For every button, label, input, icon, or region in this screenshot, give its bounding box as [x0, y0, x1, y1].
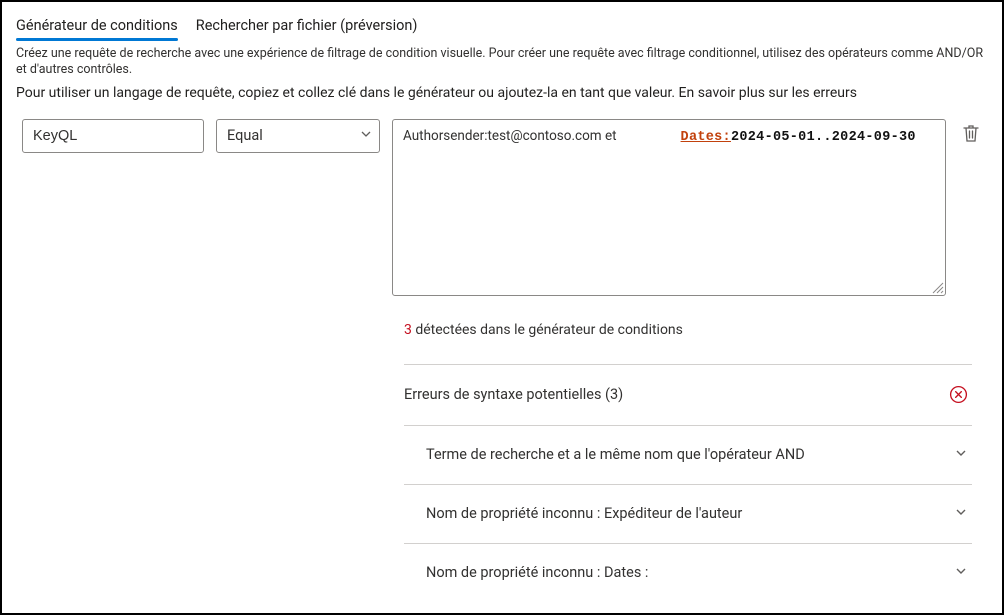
query-text-part1: Authorsender:test@contoso.com et: [403, 126, 617, 146]
tab-search-by-file[interactable]: Rechercher par fichier (préversion): [196, 17, 418, 40]
delete-condition-button[interactable]: [962, 123, 980, 147]
chevron-down-icon: [954, 564, 968, 582]
validation-summary: 3 détectées dans le générateur de condit…: [404, 322, 972, 338]
description-line-1: Créez une requête de recherche avec une …: [16, 46, 988, 79]
operator-select-value: Equal: [216, 119, 380, 153]
operator-select[interactable]: Equal: [216, 119, 380, 153]
query-highlight-dates-value: 2024-05-01..2024-09-30: [731, 128, 916, 148]
chevron-down-icon: [954, 446, 968, 464]
tab-condition-builder[interactable]: Générateur de conditions: [16, 17, 178, 40]
error-count: 3: [404, 322, 412, 338]
resize-handle-icon[interactable]: [930, 280, 944, 294]
query-textarea[interactable]: Authorsender:test@contoso.com et Dates: …: [392, 119, 946, 296]
condition-builder-panel: Générateur de conditions Rechercher par …: [0, 0, 1004, 615]
query-text-line: Authorsender:test@contoso.com et Dates: …: [403, 126, 935, 148]
error-item[interactable]: Nom de propriété inconnu : Dates :: [404, 544, 972, 588]
error-item[interactable]: Terme de recherche et a le même nom que …: [404, 426, 972, 484]
error-group-title: Erreurs de syntaxe potentielles (3): [404, 386, 623, 403]
chevron-down-icon: [954, 505, 968, 523]
property-input[interactable]: [22, 119, 204, 153]
error-item[interactable]: Nom de propriété inconnu : Expéditeur de…: [404, 485, 972, 543]
condition-row: Equal Authorsender:test@contoso.com et D…: [16, 119, 988, 296]
error-item-text: Terme de recherche et a le même nom que …: [426, 446, 805, 463]
query-highlight-dates-label: Dates:: [681, 128, 731, 148]
error-circle-x-icon: [948, 385, 968, 405]
error-group-header[interactable]: Erreurs de syntaxe potentielles (3): [404, 365, 972, 425]
error-item-text: Nom de propriété inconnu : Expéditeur de…: [426, 505, 742, 522]
tab-bar: Générateur de conditions Rechercher par …: [16, 12, 988, 40]
error-item-text: Nom de propriété inconnu : Dates :: [426, 564, 648, 581]
description-line-2: Pour utiliser un langage de requête, cop…: [16, 85, 988, 101]
validation-summary-text: détectées dans le générateur de conditio…: [412, 322, 683, 338]
trash-icon: [962, 123, 980, 143]
validation-results: 3 détectées dans le générateur de condit…: [404, 296, 972, 588]
